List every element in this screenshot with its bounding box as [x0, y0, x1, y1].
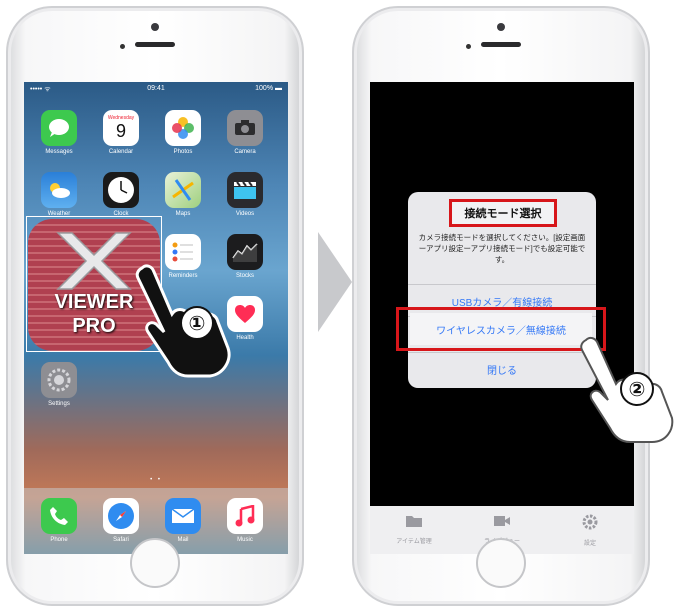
app-camera[interactable]: Camera — [226, 110, 264, 155]
calendar-icon: Wednesday 9 — [103, 110, 139, 146]
camera-icon — [227, 110, 263, 146]
close-button[interactable]: 閉じる — [408, 362, 596, 377]
instruction-figure: ••••• ᯤ 09:41 100% ▬ Messages Wednesday … — [0, 0, 678, 610]
folder-icon — [370, 514, 458, 531]
alert-title-highlight: 接続モード選択 — [449, 199, 557, 227]
earpiece-speaker — [135, 42, 175, 47]
page-indicator: • • — [150, 477, 162, 483]
settings-gear-icon — [41, 362, 77, 398]
phone-icon — [41, 498, 77, 534]
compass-icon — [103, 498, 139, 534]
sensor-dot — [466, 44, 471, 49]
right-iphone: 接続モード選択 カメラ接続モードを選択してください。[設定画面ーアプリ設定ーアプ… — [352, 6, 650, 606]
step-2-badge: ② — [620, 372, 654, 406]
weather-icon — [41, 172, 77, 208]
status-bar: ••••• ᯤ 09:41 100% ▬ — [24, 82, 288, 96]
dock-mail[interactable]: Mail — [164, 498, 202, 543]
alert-title: 接続モード選択 — [464, 208, 542, 220]
maps-icon — [165, 172, 201, 208]
music-note-icon — [227, 498, 263, 534]
step-1-badge: ① — [180, 306, 214, 340]
front-camera — [497, 23, 505, 31]
alert-divider — [408, 284, 596, 285]
video-camera-icon — [458, 514, 546, 531]
status-time: 09:41 — [147, 85, 165, 92]
clock-icon — [103, 172, 139, 208]
app-clock[interactable]: Clock — [102, 172, 140, 217]
home-button[interactable] — [476, 538, 526, 588]
messages-icon — [41, 110, 77, 146]
app-maps[interactable]: Maps — [164, 172, 202, 217]
photos-icon — [165, 110, 201, 146]
app-messages[interactable]: Messages — [40, 110, 78, 155]
app-calendar[interactable]: Wednesday 9 Calendar — [102, 110, 140, 155]
front-camera — [151, 23, 159, 31]
alert-divider — [408, 352, 596, 353]
sensor-dot — [120, 44, 125, 49]
app-settings[interactable]: Settings — [40, 362, 78, 407]
dock-safari[interactable]: Safari — [102, 498, 140, 543]
earpiece-speaker — [481, 42, 521, 47]
battery-indicator: 100% ▬ — [255, 85, 282, 92]
dock-phone[interactable]: Phone — [40, 498, 78, 543]
clapperboard-icon — [227, 172, 263, 208]
app-photos[interactable]: Photos — [164, 110, 202, 155]
tab-item-management[interactable]: アイテム管理 — [370, 506, 458, 554]
home-button[interactable] — [130, 538, 180, 588]
tab-settings[interactable]: 設定 — [546, 506, 634, 554]
envelope-icon — [165, 498, 201, 534]
connection-mode-alert: 接続モード選択 カメラ接続モードを選択してください。[設定画面ーアプリ設定ーアプ… — [408, 192, 596, 388]
next-step-arrow-icon — [318, 232, 352, 332]
alert-message: カメラ接続モードを選択してください。[設定画面ーアプリ設定ーアプリ接続モード]で… — [418, 233, 586, 264]
dock-music[interactable]: Music — [226, 498, 264, 543]
app-weather[interactable]: Weather — [40, 172, 78, 217]
gear-icon — [546, 514, 634, 533]
app-videos[interactable]: Videos — [226, 172, 264, 217]
